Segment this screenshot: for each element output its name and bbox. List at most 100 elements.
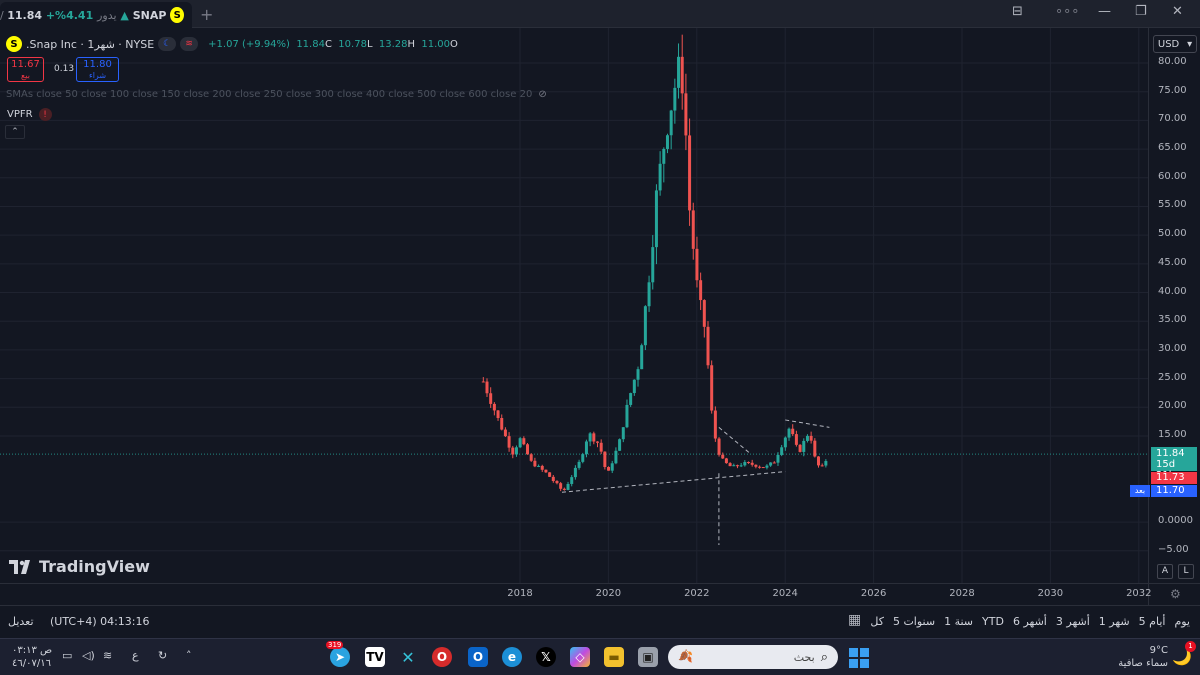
candle-body xyxy=(566,483,570,490)
candle-body xyxy=(665,135,669,149)
range-1m[interactable]: 1 شهر xyxy=(1099,615,1130,628)
vpfr-indicator-legend[interactable]: VPFR ! xyxy=(7,108,52,121)
tradingview-logo[interactable]: TradingView xyxy=(9,557,150,576)
candle-body xyxy=(603,451,607,468)
candle-body xyxy=(500,417,504,430)
tradingview-logo-icon xyxy=(9,559,30,574)
buy-button[interactable]: 11.80 شراء xyxy=(76,57,119,82)
price-tick-label: 50.00 xyxy=(1158,228,1187,240)
more-icon[interactable]: ∘∘∘ xyxy=(1055,4,1079,19)
layout-icon[interactable]: ⊟ xyxy=(1012,4,1023,19)
data-icon[interactable]: ≋ xyxy=(180,37,199,51)
telegram-icon[interactable]: ➤ xyxy=(330,647,350,667)
range-5y[interactable]: 5 سنوات xyxy=(893,615,935,628)
volume-icon[interactable]: ◁) xyxy=(82,649,95,662)
time-tick-label: 2020 xyxy=(595,588,622,599)
candle-body xyxy=(662,148,666,164)
taskbar-search[interactable]: 🍂 بحث ⌕ xyxy=(668,645,838,669)
sell-button[interactable]: 11.67 بيع xyxy=(7,57,44,82)
candle-body xyxy=(717,438,721,455)
symbol-title[interactable]: .Snap Inc · 1شهر · NYSE xyxy=(26,38,154,51)
range-6m[interactable]: 6 أشهر xyxy=(1013,615,1047,628)
session-icon[interactable]: ☾ xyxy=(158,37,177,51)
candle-body xyxy=(595,441,599,443)
candle-body xyxy=(677,56,681,88)
range-all[interactable]: كل xyxy=(870,615,884,628)
currency-selector[interactable]: USD ▾ xyxy=(1153,35,1197,53)
snap-logo-icon: S xyxy=(6,36,22,52)
range-3m[interactable]: 3 أشهر xyxy=(1056,615,1090,628)
candle-body xyxy=(824,461,828,466)
language-indicator[interactable]: ع xyxy=(132,649,139,662)
snap-logo-icon: S xyxy=(170,7,184,23)
calendar-icon[interactable]: ▦ xyxy=(848,612,861,628)
new-tab-button[interactable]: + xyxy=(200,5,213,24)
wifi-icon[interactable]: ≋ xyxy=(103,649,112,662)
weather-widget[interactable]: 9°C سماء صافية xyxy=(1118,644,1168,670)
candle-body xyxy=(772,462,776,464)
system-clock[interactable]: ص ٠٣:١٣ ٤٦/٠٧/١٦ xyxy=(12,644,52,670)
candle-body xyxy=(658,163,662,191)
ask-price-tag: 11.73 xyxy=(1151,472,1197,484)
price-tick-label: 55.00 xyxy=(1158,199,1187,211)
battery-icon[interactable]: ▭ xyxy=(62,649,72,662)
tab-label: / يدور 4.41%+ 11.84 ▲ SNAP xyxy=(0,8,167,22)
candle-body xyxy=(747,462,751,464)
candle-body xyxy=(621,427,625,440)
sma-indicator-legend[interactable]: SMAs close 50 close 100 close 150 close … xyxy=(6,89,547,100)
log-scale-button[interactable]: L xyxy=(1178,564,1194,579)
minimize-button[interactable]: — xyxy=(1098,4,1111,19)
candle-body xyxy=(691,210,695,249)
candle-body xyxy=(654,190,658,248)
candle-body xyxy=(702,300,706,327)
price-chart[interactable] xyxy=(0,28,1148,583)
time-tick-label: 2028 xyxy=(949,588,975,599)
candle-body xyxy=(588,433,592,442)
bid-label: بعد xyxy=(1130,485,1150,497)
adjust-button[interactable]: تعديل xyxy=(8,615,34,628)
candle-body xyxy=(684,93,688,136)
price-tick-label: 60.00 xyxy=(1158,170,1187,182)
copilot-icon[interactable]: ◇ xyxy=(570,647,590,667)
candle-body xyxy=(710,365,714,411)
price-axis[interactable] xyxy=(1148,28,1200,583)
eye-hidden-icon[interactable]: ⊘ xyxy=(538,89,546,100)
candle-body xyxy=(581,454,585,462)
price-tick-label: 70.00 xyxy=(1158,113,1187,125)
candle-body xyxy=(695,248,699,281)
price-tick-label: 30.00 xyxy=(1158,342,1187,354)
auto-scale-button[interactable]: A xyxy=(1157,564,1173,579)
browser-tab[interactable]: / يدور 4.41%+ 11.84 ▲ SNAP S xyxy=(0,2,192,28)
virtual-desktop-icon[interactable]: ▣ xyxy=(638,647,658,667)
range-5d[interactable]: 5 أيام xyxy=(1139,615,1166,628)
time-axis[interactable] xyxy=(0,583,1148,605)
edge-icon[interactable]: e xyxy=(502,647,522,667)
candle-body xyxy=(743,462,747,466)
range-ytd[interactable]: YTD xyxy=(982,615,1004,628)
x-app-icon[interactable]: 𝕏 xyxy=(536,647,556,667)
close-button[interactable]: ✕ xyxy=(1172,4,1183,19)
timezone-clock[interactable]: (UTC+4) 04:13:16 xyxy=(50,615,150,628)
outlook-icon[interactable]: O xyxy=(468,647,488,667)
candle-body xyxy=(559,483,563,489)
maximize-button[interactable]: ❐ xyxy=(1135,4,1147,19)
candle-body xyxy=(735,465,739,467)
error-icon[interactable]: ! xyxy=(38,108,52,121)
last-price-tag: 11.84 15d 21h xyxy=(1151,447,1197,481)
tradingview-app-icon[interactable]: TV xyxy=(365,647,385,667)
windows-start-icon[interactable] xyxy=(849,648,869,668)
candle-body xyxy=(492,403,496,411)
xmind-icon[interactable]: ✕ xyxy=(398,647,418,667)
range-1y[interactable]: 1 سنة xyxy=(944,615,973,628)
collapse-legend-button[interactable]: ⌃ xyxy=(5,125,25,139)
opera-icon[interactable]: O xyxy=(432,647,452,667)
candle-body xyxy=(680,56,684,94)
price-tick-label: −5.00 xyxy=(1158,543,1189,555)
candle-body xyxy=(794,434,798,445)
range-1d[interactable]: يوم xyxy=(1174,615,1190,628)
sync-icon[interactable]: ↻ xyxy=(158,649,167,662)
chevron-up-icon[interactable]: ˄ xyxy=(186,649,192,662)
gear-icon[interactable]: ⚙ xyxy=(1170,587,1181,601)
candle-body xyxy=(514,447,518,455)
file-explorer-icon[interactable]: ▬ xyxy=(604,647,624,667)
